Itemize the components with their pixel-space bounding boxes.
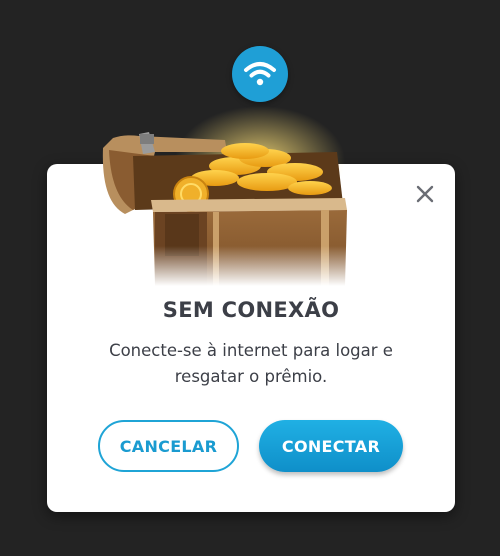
cancel-button[interactable]: CANCELAR [98,420,239,472]
close-button[interactable] [413,182,437,206]
dialog-title: SEM CONEXÃO [162,298,340,322]
wifi-icon [244,62,276,86]
offline-screen: SEM CONEXÃO Conecte-se à internet para l… [0,0,500,556]
connect-button[interactable]: CONECTAR [259,420,403,472]
dialog-message: Conecte-se à internet para logar e resga… [109,341,393,386]
treasure-chest-icon [102,106,365,286]
wifi-badge [232,46,288,102]
close-icon [416,185,434,203]
